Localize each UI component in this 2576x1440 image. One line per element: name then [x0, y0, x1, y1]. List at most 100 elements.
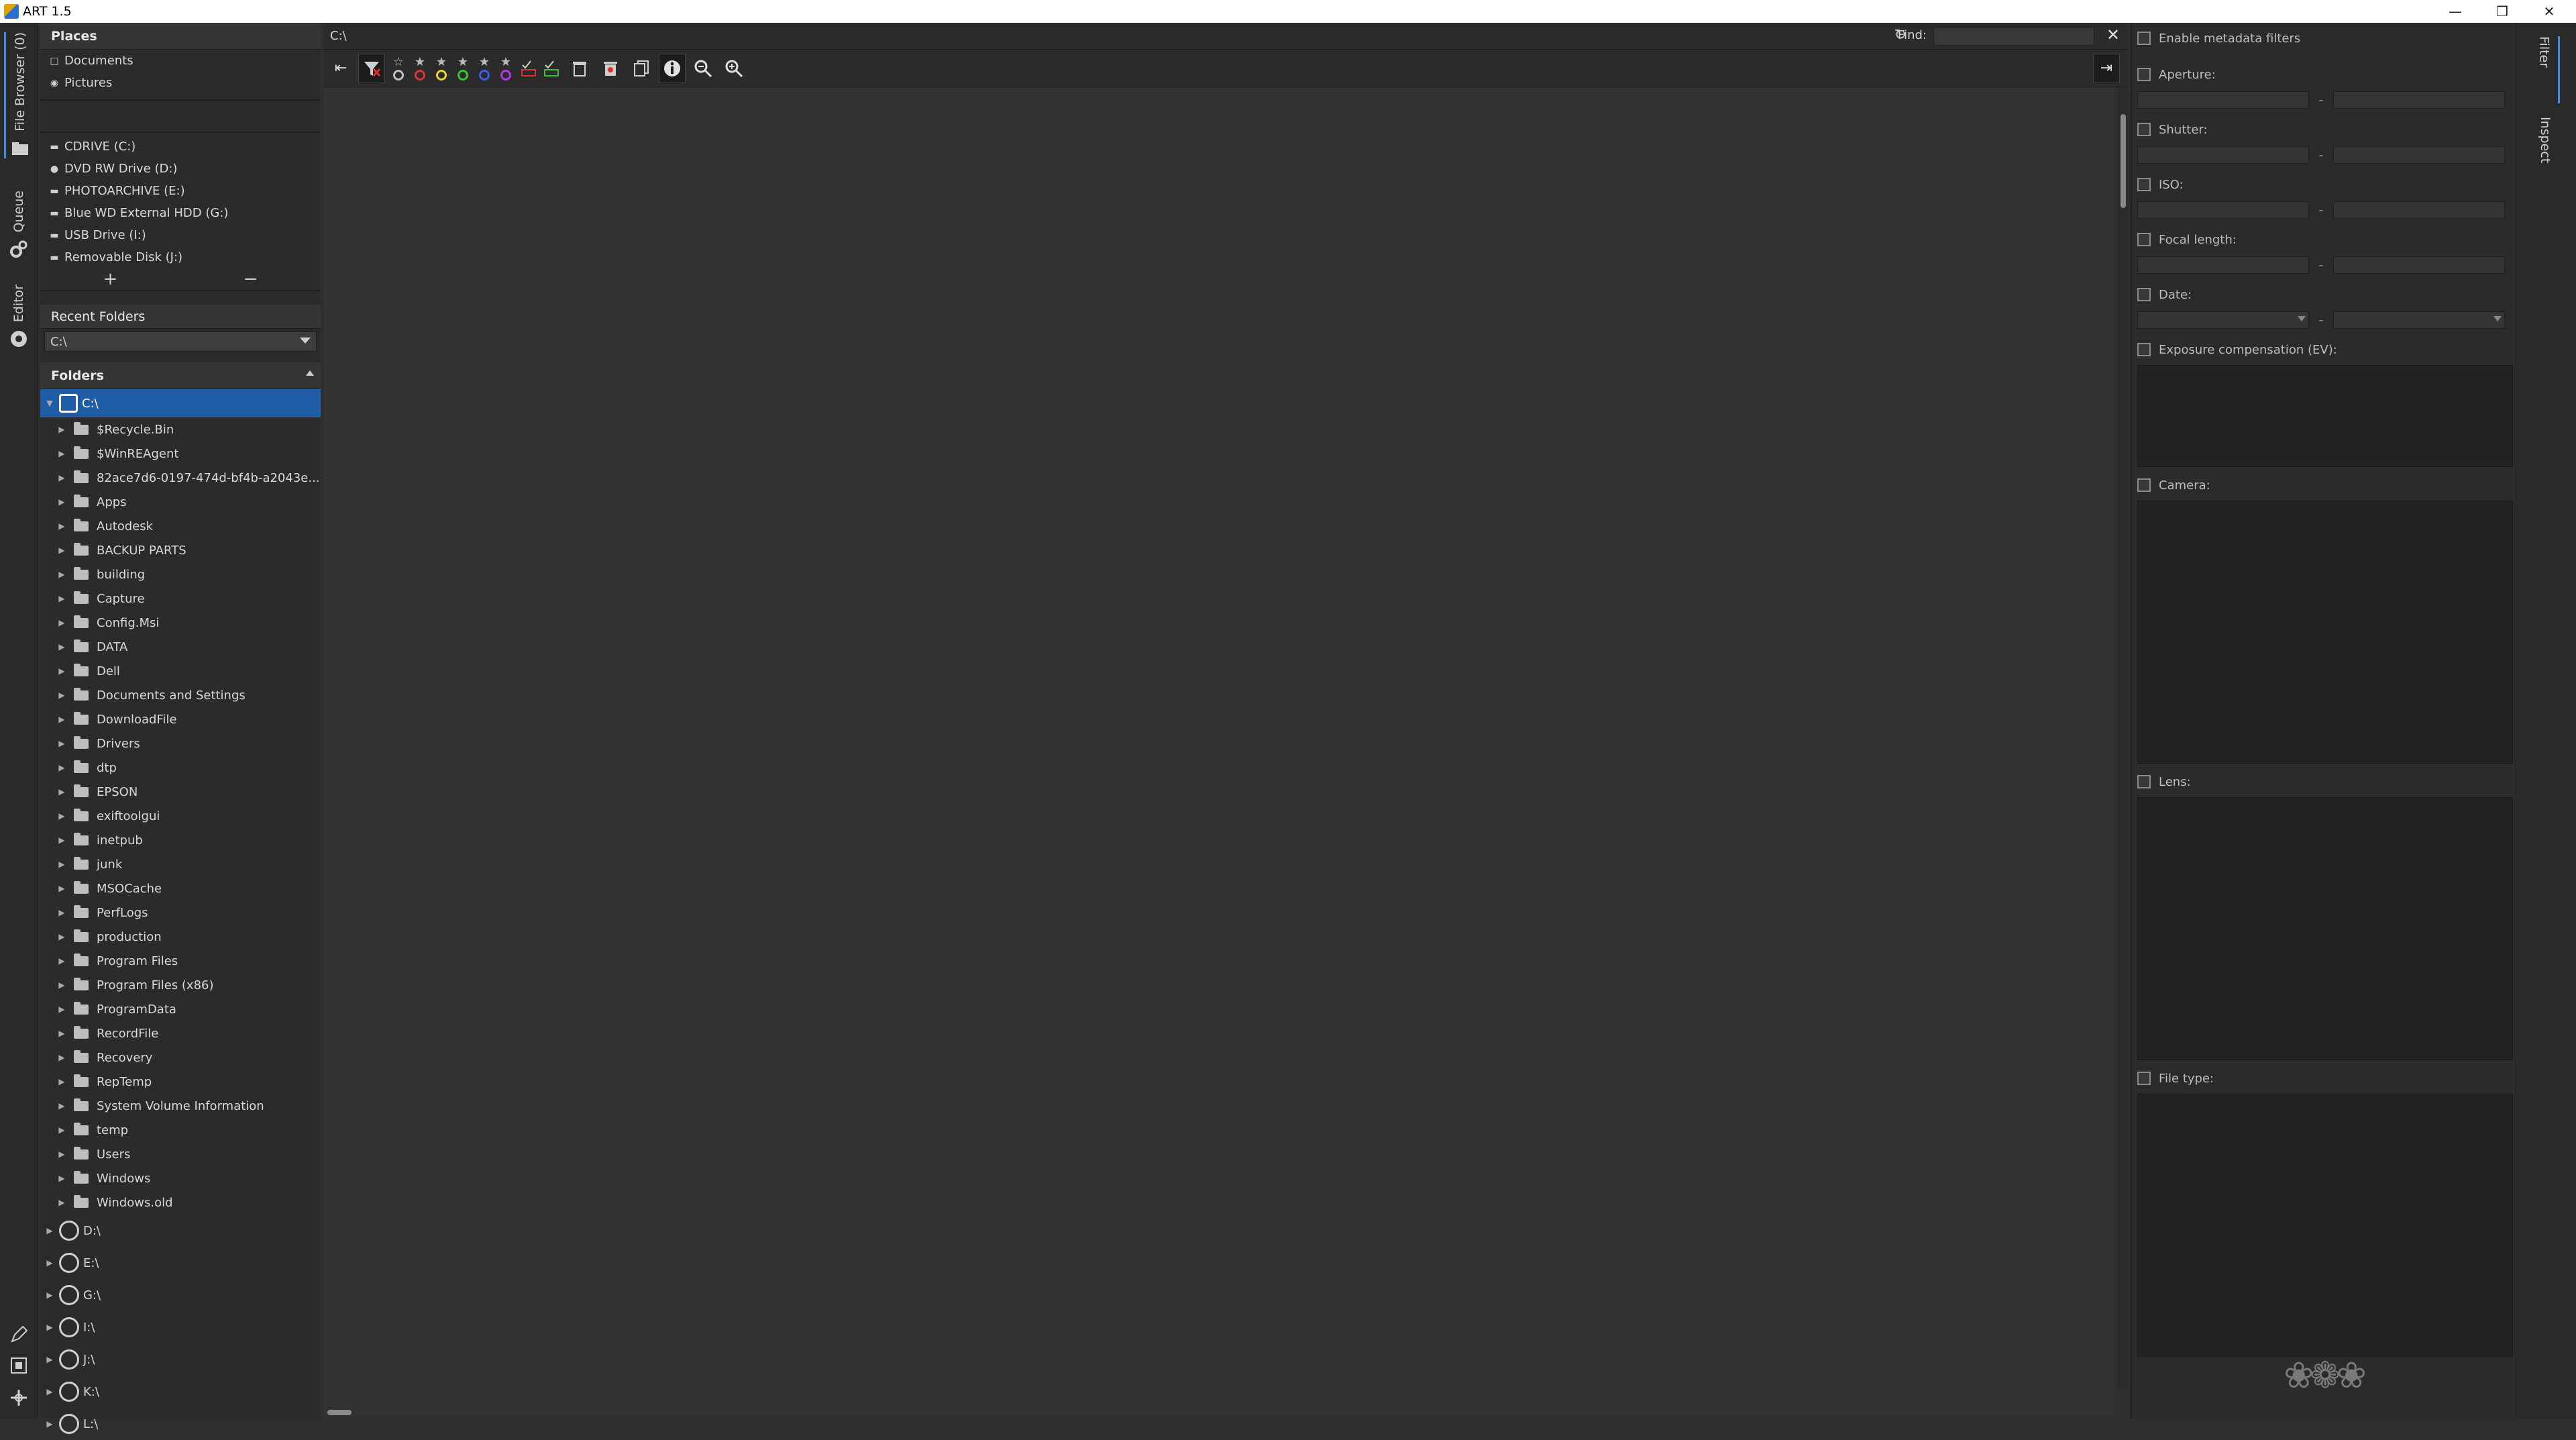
- file-type-list[interactable]: [2137, 1094, 2513, 1357]
- expand-icon[interactable]: ▶: [56, 473, 67, 482]
- tree-drive[interactable]: ▶ D:\: [40, 1215, 321, 1247]
- expand-icon[interactable]: ▶: [56, 594, 67, 603]
- expand-icon[interactable]: ▶: [44, 1387, 55, 1396]
- drive-d[interactable]: ● DVD RW Drive (D:): [40, 158, 321, 180]
- date-to-field[interactable]: [2333, 311, 2505, 329]
- zoom-out-icon[interactable]: [690, 54, 716, 83]
- remove-place-button[interactable]: −: [244, 269, 258, 289]
- expand-icon[interactable]: ▶: [56, 425, 67, 434]
- expand-icon[interactable]: ▶: [44, 1323, 55, 1332]
- date-filter[interactable]: Date:: [2137, 286, 2513, 303]
- pen-icon[interactable]: [9, 1325, 29, 1345]
- enable-filters-checkbox[interactable]: [2137, 32, 2151, 45]
- zoom-in-icon[interactable]: [720, 54, 747, 83]
- folder-item[interactable]: ▶ BACKUP PARTS: [40, 538, 321, 562]
- focal-min-field[interactable]: [2137, 256, 2309, 274]
- file-type-filter[interactable]: File type:: [2137, 1070, 2513, 1087]
- horizontal-scrollbar[interactable]: [323, 1408, 2114, 1417]
- expand-icon[interactable]: ▶: [56, 860, 67, 869]
- minimize-button[interactable]: —: [2435, 0, 2475, 23]
- rank-2-filter[interactable]: ★: [432, 56, 451, 81]
- folder-item[interactable]: ▶ Apps: [40, 490, 321, 514]
- expand-icon[interactable]: ▶: [56, 763, 67, 772]
- iso-max-field[interactable]: [2333, 201, 2505, 219]
- folder-item[interactable]: ▶ System Volume Information: [40, 1094, 321, 1118]
- saved-filter-icon[interactable]: [541, 54, 562, 83]
- expand-icon[interactable]: ▶: [56, 1198, 67, 1207]
- drive-g[interactable]: ▬ Blue WD External HDD (G:): [40, 202, 321, 224]
- expand-icon[interactable]: ▶: [56, 1125, 67, 1135]
- folder-item[interactable]: ▶ RecordFile: [40, 1021, 321, 1045]
- folder-item[interactable]: ▶ Capture: [40, 586, 321, 611]
- expand-icon[interactable]: ▶: [56, 1077, 67, 1086]
- expand-icon[interactable]: ▶: [56, 835, 67, 845]
- expand-icon[interactable]: ▶: [56, 980, 67, 990]
- restore-button[interactable]: ❐: [2482, 0, 2522, 23]
- tab-filter[interactable]: Filter: [2530, 36, 2560, 103]
- folder-item[interactable]: ▶ Program Files (x86): [40, 973, 321, 997]
- chevron-up-icon[interactable]: [306, 370, 314, 376]
- folder-item[interactable]: ▶ DATA: [40, 635, 321, 659]
- expand-icon[interactable]: ▶: [44, 1258, 55, 1268]
- copy-icon[interactable]: [628, 54, 655, 83]
- info-icon[interactable]: [659, 53, 686, 83]
- recent-folders-combo[interactable]: C:\: [44, 331, 317, 352]
- folder-item[interactable]: ▶ RepTemp: [40, 1070, 321, 1094]
- chevron-down-icon[interactable]: [2493, 316, 2502, 321]
- edited-filter-icon[interactable]: [518, 54, 539, 83]
- lens-list[interactable]: [2137, 797, 2513, 1060]
- folder-item[interactable]: ▶ PerfLogs: [40, 901, 321, 925]
- expand-icon[interactable]: ▶: [56, 811, 67, 821]
- drive-i[interactable]: ▬ USB Drive (I:): [40, 224, 321, 246]
- folder-item[interactable]: ▶ Windows: [40, 1166, 321, 1190]
- tab-file-browser[interactable]: File Browser (0): [4, 32, 34, 158]
- folder-item[interactable]: ▶ Recovery: [40, 1045, 321, 1070]
- find-input[interactable]: [1933, 27, 2094, 46]
- rank-0-filter[interactable]: ☆: [389, 56, 408, 81]
- aperture-min-field[interactable]: [2137, 91, 2309, 109]
- focal-max-field[interactable]: [2333, 256, 2505, 274]
- filter-reset-icon[interactable]: [358, 53, 385, 83]
- expand-icon[interactable]: ▶: [56, 956, 67, 966]
- expand-icon[interactable]: ▶: [56, 884, 67, 893]
- expand-icon[interactable]: ▶: [56, 666, 67, 676]
- folder-item[interactable]: ▶ 82ace7d6-0197-474d-bf4b-a2043e...: [40, 466, 321, 490]
- folder-item[interactable]: ▶ inetpub: [40, 828, 321, 852]
- aperture-filter[interactable]: Aperture:: [2137, 66, 2513, 83]
- expand-icon[interactable]: ▶: [56, 618, 67, 627]
- folder-item[interactable]: ▶ $WinREAgent: [40, 442, 321, 466]
- collapse-icon[interactable]: ▼: [44, 399, 55, 408]
- shutter-filter[interactable]: Shutter:: [2137, 121, 2513, 138]
- rank-4-filter[interactable]: ★: [475, 56, 494, 81]
- expand-icon[interactable]: ▶: [56, 908, 67, 917]
- folder-item[interactable]: ▶ ProgramData: [40, 997, 321, 1021]
- tree-drive[interactable]: ▶ J:\: [40, 1343, 321, 1376]
- expand-icon[interactable]: ▶: [44, 1226, 55, 1235]
- expand-icon[interactable]: ▶: [56, 690, 67, 700]
- place-documents[interactable]: □ Documents: [40, 50, 321, 72]
- folder-item[interactable]: ▶ temp: [40, 1118, 321, 1142]
- folder-item[interactable]: ▶ Autodesk: [40, 514, 321, 538]
- expand-icon[interactable]: ▶: [56, 739, 67, 748]
- hide-right-panel-icon[interactable]: ⇥: [2093, 53, 2120, 83]
- add-place-button[interactable]: +: [103, 269, 118, 289]
- lens-filter[interactable]: Lens:: [2137, 773, 2513, 790]
- trash-icon[interactable]: [566, 54, 593, 83]
- expand-icon[interactable]: ▶: [56, 521, 67, 531]
- expand-icon[interactable]: ▶: [44, 1419, 55, 1429]
- folder-item[interactable]: ▶ building: [40, 562, 321, 586]
- enable-metadata-filters[interactable]: Enable metadata filters: [2137, 30, 2513, 47]
- chevron-down-icon[interactable]: [2298, 316, 2306, 321]
- clear-find-icon[interactable]: ✕: [2106, 25, 2120, 44]
- folder-item[interactable]: ▶ $Recycle.Bin: [40, 417, 321, 442]
- drive-c[interactable]: ▬ CDRIVE (C:): [40, 136, 321, 158]
- expand-icon[interactable]: ▶: [56, 932, 67, 941]
- vertical-scrollbar[interactable]: [2118, 87, 2128, 1389]
- drive-j[interactable]: ▬ Removable Disk (J:): [40, 246, 321, 268]
- tree-drive[interactable]: ▶ L:\: [40, 1408, 321, 1440]
- expand-icon[interactable]: ▶: [56, 449, 67, 458]
- camera-filter[interactable]: Camera:: [2137, 476, 2513, 494]
- tree-drive[interactable]: ▶ G:\: [40, 1279, 321, 1311]
- folder-item[interactable]: ▶ Documents and Settings: [40, 683, 321, 707]
- folder-item[interactable]: ▶ Drivers: [40, 731, 321, 756]
